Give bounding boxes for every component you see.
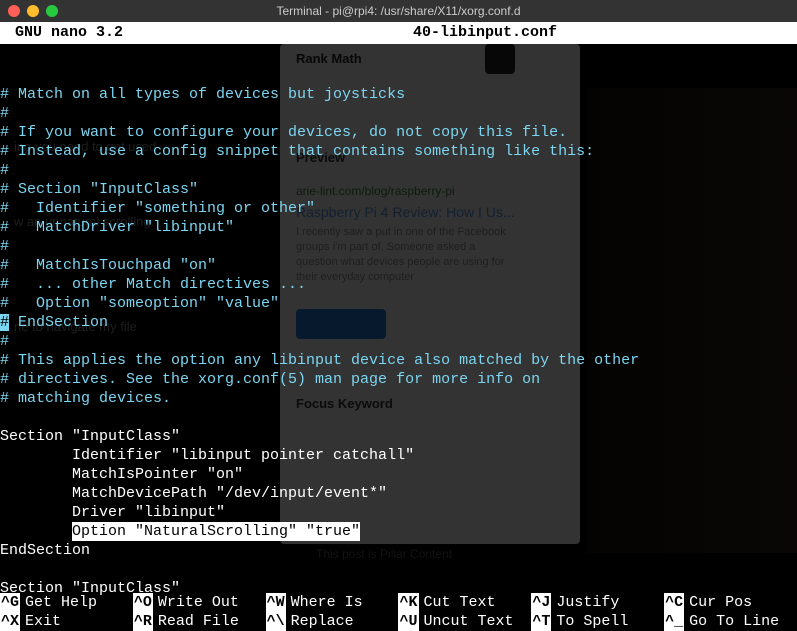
shortcut-label: Exit — [25, 612, 61, 631]
code-line: Option "NaturalScrolling" "true" — [0, 523, 360, 540]
editor-area[interactable]: Rank Math Preview arie-lint.com/blog/ras… — [0, 44, 797, 593]
nano-footer: ^GGet Help ^OWrite Out ^WWhere Is ^KCut … — [0, 593, 797, 631]
code-line: # This applies the option any libinput d… — [0, 352, 639, 369]
code-line: # — [0, 333, 9, 350]
code-line: MatchIsPointer "on" — [0, 466, 243, 483]
shortcut-key[interactable]: ^\ — [266, 612, 286, 631]
shortcut-label: Uncut Text — [424, 612, 514, 631]
maximize-icon[interactable] — [46, 5, 58, 17]
code-line: # Instead, use a config snippet that con… — [0, 143, 594, 160]
code-line: # If you want to configure your devices,… — [0, 124, 567, 141]
code-line: # Identifier "something or other" — [0, 200, 315, 217]
code-line: # ... other Match directives ... — [0, 276, 306, 293]
traffic-lights — [8, 5, 58, 17]
code-line: # directives. See the xorg.conf(5) man p… — [0, 371, 540, 388]
shortcut-key[interactable]: ^_ — [664, 612, 684, 631]
code-line: # EndSection — [0, 314, 108, 331]
nano-header: GNU nano 3.2 40-libinput.conf — [0, 22, 797, 44]
code-line: EndSection — [0, 542, 90, 559]
nano-version: GNU nano 3.2 — [15, 24, 123, 42]
shortcut-label: Go To Line — [689, 612, 779, 631]
code-line: # — [0, 162, 9, 179]
code-line: # — [0, 238, 9, 255]
code-line: # MatchIsTouchpad "on" — [0, 257, 216, 274]
code-line: # matching devices. — [0, 390, 171, 407]
code-line: Section "InputClass" — [0, 580, 180, 597]
code-line: Section "InputClass" — [0, 428, 180, 445]
shortcut-key[interactable]: ^U — [398, 612, 418, 631]
shortcut-key[interactable]: ^X — [0, 612, 20, 631]
shortcut-label: Replace — [291, 612, 354, 631]
close-icon[interactable] — [8, 5, 20, 17]
code-line: # — [0, 105, 9, 122]
code-line: # MatchDriver "libinput" — [0, 219, 234, 236]
shortcut-label: Read File — [158, 612, 239, 631]
blank-line — [0, 67, 9, 84]
window-title: Terminal - pi@rpi4: /usr/share/X11/xorg.… — [0, 4, 797, 18]
code-line: MatchDevicePath "/dev/input/event*" — [0, 485, 387, 502]
window-titlebar: Terminal - pi@rpi4: /usr/share/X11/xorg.… — [0, 0, 797, 22]
minimize-icon[interactable] — [27, 5, 39, 17]
cursor: # — [0, 314, 9, 331]
highlighted-text: Option "NaturalScrolling" "true" — [72, 522, 360, 541]
code-line: # Option "someoption" "value" — [0, 295, 279, 312]
code-line: Identifier "libinput pointer catchall" — [0, 447, 414, 464]
code-line: # Section "InputClass" — [0, 181, 198, 198]
code-line: Driver "libinput" — [0, 504, 225, 521]
shortcut-key[interactable]: ^T — [531, 612, 551, 631]
nano-filename: 40-libinput.conf — [123, 24, 787, 42]
shortcut-key[interactable]: ^R — [133, 612, 153, 631]
file-content: # Match on all types of devices but joys… — [0, 44, 797, 598]
code-line: # Match on all types of devices but joys… — [0, 86, 405, 103]
shortcut-label: To Spell — [556, 612, 628, 631]
